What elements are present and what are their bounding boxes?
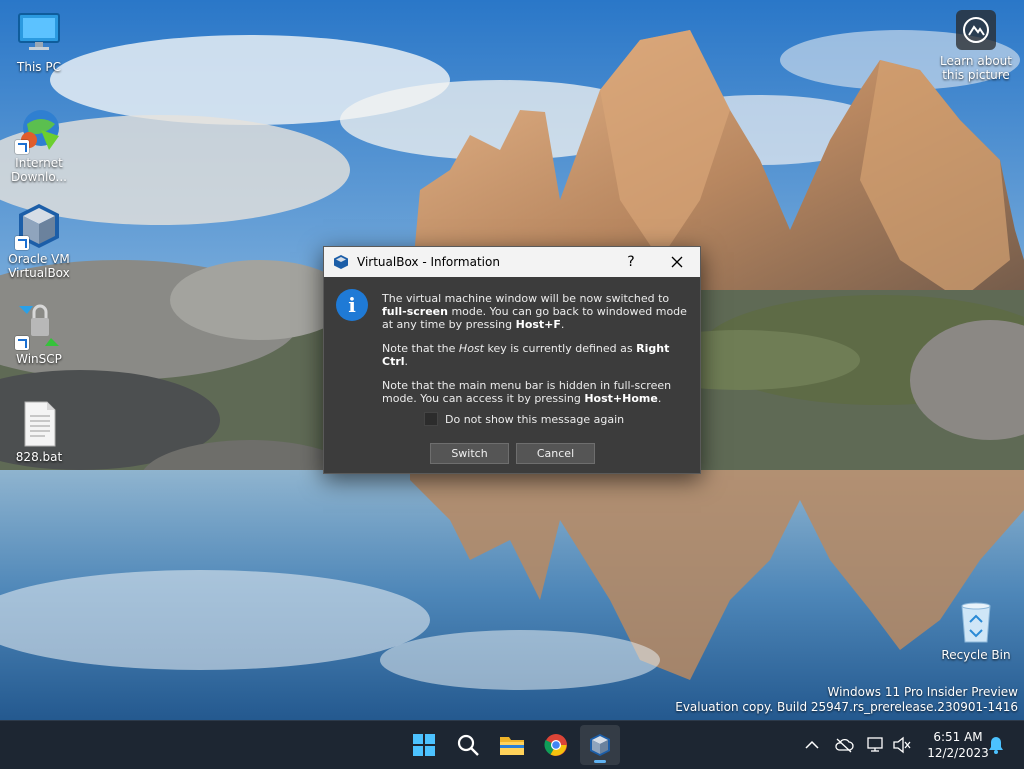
- help-button[interactable]: ?: [620, 247, 642, 277]
- watermark-line-2: Evaluation copy. Build 25947.rs_prerelea…: [675, 700, 1018, 714]
- taskbar-chrome[interactable]: [536, 725, 576, 765]
- start-icon: [413, 734, 435, 756]
- network-status[interactable]: [864, 733, 888, 757]
- cancel-button[interactable]: Cancel: [516, 443, 595, 464]
- cloud-offline-icon: [835, 738, 854, 753]
- volume-muted-icon: [893, 736, 911, 754]
- volume-control[interactable]: [890, 733, 914, 757]
- dialog-message: The virtual machine window will be now s…: [382, 292, 687, 416]
- clock-date: 12/2/2023: [927, 746, 989, 760]
- information-icon: i: [336, 289, 368, 321]
- dialog-title: VirtualBox - Information: [357, 255, 500, 269]
- batch-file-icon: [15, 400, 63, 448]
- dialog-titlebar[interactable]: VirtualBox - Information ?: [324, 247, 700, 277]
- notification-bell-icon: [989, 737, 1003, 754]
- message-paragraph-3: Note that the main menu bar is hidden in…: [382, 379, 672, 405]
- taskbar: 6:51 AM 12/2/2023: [0, 720, 1024, 769]
- close-button[interactable]: [654, 247, 700, 277]
- shortcut-arrow-icon: [15, 236, 29, 250]
- desktop-icon-label: WinSCP: [16, 352, 62, 366]
- camera-icon: [956, 10, 996, 50]
- file-explorer-icon: [500, 737, 524, 755]
- search-icon: [457, 734, 479, 756]
- internet-download-manager-icon: [15, 106, 63, 154]
- windows-watermark: Windows 11 Pro Insider Preview Evaluatio…: [675, 685, 1018, 715]
- desktop-icon-this-pc[interactable]: This PC: [4, 10, 74, 74]
- desktop-icon-recycle-bin[interactable]: Recycle Bin: [938, 598, 1014, 662]
- desktop-icon-label: Internet Downlo...: [11, 156, 67, 184]
- watermark-line-1: Windows 11 Pro Insider Preview: [827, 685, 1018, 699]
- notification-center-button[interactable]: [984, 733, 1008, 757]
- winscp-icon: [15, 302, 63, 350]
- do-not-show-row[interactable]: Do not show this message again: [424, 412, 624, 426]
- taskbar-file-explorer[interactable]: [492, 725, 532, 765]
- learn-about-label: Learn about this picture: [940, 54, 1012, 82]
- network-icon: [867, 737, 883, 752]
- recycle-bin-icon: [952, 598, 1000, 646]
- chevron-up-icon: [805, 740, 819, 749]
- desktop-icon-label: Recycle Bin: [941, 648, 1011, 662]
- taskbar-virtualbox[interactable]: [580, 725, 620, 765]
- chrome-icon: [544, 734, 567, 756]
- start-button[interactable]: [404, 725, 444, 765]
- virtualbox-icon: [590, 734, 610, 756]
- switch-button[interactable]: Switch: [430, 443, 509, 464]
- do-not-show-label: Do not show this message again: [445, 412, 625, 426]
- message-paragraph-2: Note that the Host key is currently defi…: [382, 342, 670, 368]
- message-paragraph-1: The virtual machine window will be now s…: [382, 292, 687, 331]
- desktop-icon-internet-download-manager[interactable]: Internet Downlo...: [4, 106, 74, 184]
- virtualbox-information-dialog: VirtualBox - Information ? i The virtual…: [323, 246, 701, 474]
- desktop-icon-label: Oracle VM VirtualBox: [8, 252, 70, 280]
- shortcut-arrow-icon: [15, 140, 29, 154]
- learn-about-this-picture[interactable]: Learn about this picture: [938, 10, 1014, 82]
- close-icon: [671, 256, 683, 268]
- desktop-icon-828-bat[interactable]: 828.bat: [4, 400, 74, 464]
- show-hidden-icons-button[interactable]: [800, 733, 824, 757]
- active-app-indicator: [594, 760, 606, 763]
- shortcut-arrow-icon: [15, 336, 29, 350]
- clock-time: 6:51 AM: [933, 730, 983, 744]
- virtualbox-icon: [15, 202, 63, 250]
- monitor-icon: [15, 10, 63, 58]
- onedrive-status[interactable]: [832, 733, 856, 757]
- virtualbox-icon: [333, 254, 349, 270]
- desktop-icon-label: 828.bat: [15, 450, 63, 464]
- desktop-icon-label: This PC: [17, 60, 61, 74]
- taskbar-search-button[interactable]: [448, 725, 488, 765]
- do-not-show-checkbox[interactable]: [424, 412, 438, 426]
- desktop-icon-virtualbox[interactable]: Oracle VM VirtualBox: [4, 202, 74, 280]
- taskbar-clock[interactable]: 6:51 AM 12/2/2023: [924, 729, 992, 761]
- desktop-icon-winscp[interactable]: WinSCP: [4, 302, 74, 366]
